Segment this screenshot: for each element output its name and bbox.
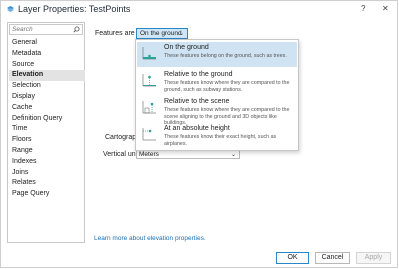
window-title: Layer Properties: TestPoints <box>18 4 131 14</box>
sidebar-item-indexes[interactable]: Indexes <box>9 157 85 168</box>
chevron-down-icon: ⌄ <box>178 31 184 37</box>
chevron-down-icon: ⌄ <box>230 152 236 158</box>
sidebar-item-definition-query[interactable]: Definition Query <box>9 114 85 125</box>
cancel-button[interactable]: Cancel <box>315 252 350 264</box>
layer-app-icon <box>7 6 14 12</box>
sidebar-item-range[interactable]: Range <box>9 146 85 157</box>
option-title: Relative to the scene <box>164 98 230 105</box>
sidebar-item-display[interactable]: Display <box>9 92 85 103</box>
sidebar-item-relates[interactable]: Relates <box>9 178 85 189</box>
option-on-the-ground[interactable]: On the ground These features belong on t… <box>137 42 297 67</box>
apply-button[interactable]: Apply <box>356 252 391 264</box>
learn-more-link[interactable]: Learn more about elevation properties. <box>94 235 206 242</box>
on-ground-icon <box>142 47 156 60</box>
sidebar-nav: General Metadata Source Elevation Select… <box>9 38 85 200</box>
sidebar-item-joins[interactable]: Joins <box>9 168 85 179</box>
sidebar-item-time[interactable]: Time <box>9 124 85 135</box>
features-dropdown-value: On the ground <box>140 30 182 37</box>
vertical-units-value: Meters <box>139 151 159 158</box>
absolute-height-icon <box>142 128 156 141</box>
sidebar-item-cache[interactable]: Cache <box>9 103 85 114</box>
sidebar-item-general[interactable]: General <box>9 38 85 49</box>
option-title: On the ground <box>164 44 209 51</box>
help-button[interactable]: ? <box>361 4 365 13</box>
option-description: These features know their exact height, … <box>164 134 277 147</box>
vertical-units-dropdown[interactable]: Meters ⌄ <box>136 150 240 159</box>
search-box[interactable] <box>9 24 83 35</box>
relative-ground-icon <box>142 74 156 87</box>
sidebar-item-metadata[interactable]: Metadata <box>9 49 85 60</box>
option-relative-to-ground[interactable]: Relative to the ground These features kn… <box>137 69 297 94</box>
relative-scene-icon <box>142 101 156 114</box>
sidebar: General Metadata Source Elevation Select… <box>7 22 85 243</box>
layer-properties-dialog: Layer Properties: TestPoints ? ✕ General… <box>0 0 398 268</box>
option-title: Relative to the ground <box>164 71 233 78</box>
option-relative-to-scene[interactable]: Relative to the scene These features kno… <box>137 96 297 126</box>
title-bar: Layer Properties: TestPoints ? ✕ <box>1 1 399 17</box>
features-dropdown-menu: On the ground These features belong on t… <box>135 39 299 151</box>
search-icon[interactable] <box>73 26 80 33</box>
features-are-label: Features are <box>95 30 135 37</box>
search-input[interactable] <box>12 25 70 34</box>
option-title: At an absolute height <box>164 125 230 132</box>
sidebar-item-page-query[interactable]: Page Query <box>9 189 85 200</box>
option-description: These features belong on the ground, suc… <box>164 53 287 59</box>
sidebar-item-floors[interactable]: Floors <box>9 135 85 146</box>
close-button[interactable]: ✕ <box>382 4 389 13</box>
option-description: These features know where they are compa… <box>164 80 290 93</box>
sidebar-item-elevation[interactable]: Elevation <box>9 70 85 82</box>
features-dropdown[interactable]: On the ground ⌄ <box>136 28 188 39</box>
ok-button[interactable]: OK <box>276 252 309 264</box>
sidebar-item-source[interactable]: Source <box>9 60 85 71</box>
sidebar-item-selection[interactable]: Selection <box>9 81 85 92</box>
option-absolute-height[interactable]: At an absolute height These features kno… <box>137 123 297 148</box>
